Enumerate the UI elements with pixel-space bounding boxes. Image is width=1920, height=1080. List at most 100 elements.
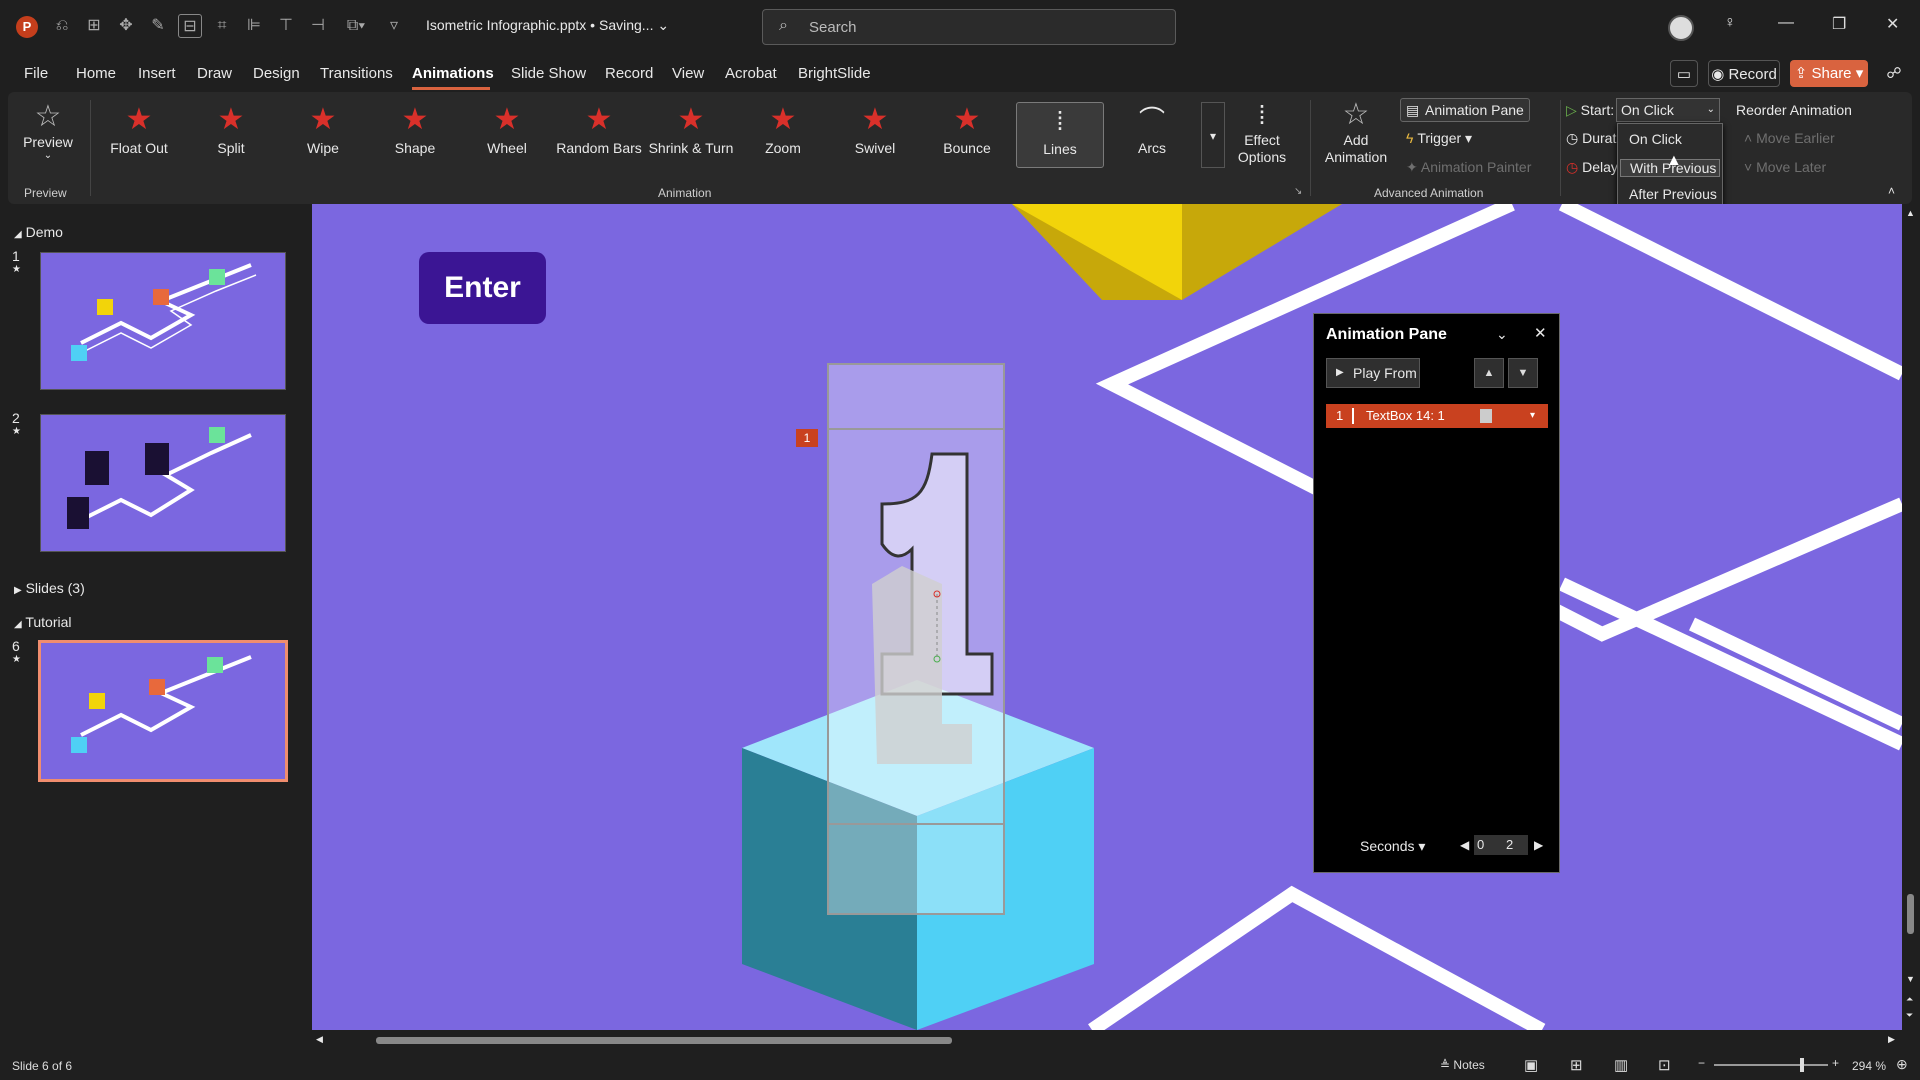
menu-brightslide[interactable]: BrightSlide bbox=[798, 65, 871, 82]
anim-zoom[interactable]: ★ Zoom bbox=[739, 102, 827, 168]
zoom-level[interactable]: 294 % bbox=[1852, 1059, 1886, 1073]
restore-icon[interactable]: ❐ bbox=[1832, 14, 1846, 34]
anim-wipe[interactable]: ★ Wipe bbox=[279, 102, 367, 168]
align-icon[interactable]: ⊟ bbox=[178, 14, 202, 38]
slideshow-icon[interactable]: ⊡ bbox=[1658, 1056, 1671, 1074]
move-later-button[interactable]: ˅ Move Later bbox=[1744, 159, 1826, 175]
customize-qat-icon[interactable]: ▿ bbox=[382, 14, 406, 38]
menu-slide-show[interactable]: Slide Show bbox=[511, 65, 586, 82]
start-select[interactable]: On Click ⌄ bbox=[1616, 98, 1720, 122]
menu-insert[interactable]: Insert bbox=[138, 65, 176, 82]
scroll-down-icon[interactable]: ▼ bbox=[1906, 974, 1915, 984]
section-tutorial[interactable]: ◢ Tutorial bbox=[14, 614, 72, 630]
share-button[interactable]: ⇪ Share ▾ bbox=[1790, 60, 1868, 87]
align-left-icon[interactable]: ⊫ bbox=[242, 14, 266, 38]
add-animation-button[interactable]: ☆ Add Animation bbox=[1316, 98, 1396, 182]
anim-shrink-turn[interactable]: ★ Shrink & Turn bbox=[647, 102, 735, 168]
slide-sorter-icon[interactable]: ⊞ bbox=[1570, 1056, 1583, 1074]
fit-to-window-icon[interactable]: ⊕ bbox=[1896, 1056, 1908, 1073]
redo-icon[interactable]: ⊞ bbox=[82, 14, 106, 38]
minimize-icon[interactable]: — bbox=[1778, 14, 1794, 32]
move-down-button[interactable]: ▼ bbox=[1508, 358, 1538, 388]
timeline-right-icon[interactable]: ▶ bbox=[1534, 838, 1543, 852]
document-title[interactable]: Isometric Infographic.pptx • Saving... ⌄ bbox=[426, 17, 669, 34]
scroll-left-icon[interactable]: ◀ bbox=[316, 1034, 323, 1045]
menu-acrobat[interactable]: Acrobat bbox=[725, 65, 777, 82]
avatar[interactable] bbox=[1668, 15, 1694, 41]
menu-home[interactable]: Home bbox=[76, 65, 116, 82]
menu-animations[interactable]: Animations bbox=[412, 65, 494, 82]
section-demo[interactable]: ◢ Demo bbox=[14, 224, 63, 240]
comments-icon[interactable]: ▭ bbox=[1670, 60, 1698, 87]
effect-options-button[interactable]: ⁞ Effect Options bbox=[1230, 98, 1294, 182]
seconds-dropdown[interactable]: Seconds ▾ bbox=[1360, 838, 1425, 855]
move-up-button[interactable]: ▲ bbox=[1474, 358, 1504, 388]
crop-icon[interactable]: ⌗ bbox=[210, 14, 234, 38]
horizontal-scrollbar[interactable]: ◀ ▶ bbox=[312, 1030, 1902, 1050]
menu-file[interactable]: File bbox=[24, 65, 48, 82]
anim-float-out[interactable]: ★ Float Out bbox=[95, 102, 183, 168]
scroll-up-icon[interactable]: ▲ bbox=[1906, 208, 1915, 218]
zoom-in-icon[interactable]: + bbox=[1832, 1056, 1839, 1070]
menu-record[interactable]: Record bbox=[605, 65, 653, 82]
slide-thumbnail-1[interactable] bbox=[40, 252, 286, 390]
record-button[interactable]: ◉ Record bbox=[1708, 60, 1780, 87]
scroll-thumb[interactable] bbox=[376, 1037, 952, 1044]
close-icon[interactable]: ✕ bbox=[1534, 324, 1547, 342]
section-slides[interactable]: ▶ Slides (3) bbox=[14, 580, 85, 596]
anim-bounce[interactable]: ★ Bounce bbox=[923, 102, 1011, 168]
move-earlier-button[interactable]: ˄ Move Earlier bbox=[1744, 130, 1835, 146]
undo-icon[interactable]: ⎌ bbox=[50, 14, 74, 38]
zoom-slider[interactable] bbox=[1714, 1064, 1828, 1066]
scroll-right-icon[interactable]: ▶ bbox=[1888, 1034, 1895, 1045]
vertical-scrollbar[interactable]: ▲ ▼ ⏶ ⏷ bbox=[1902, 204, 1920, 1030]
collapse-ribbon-icon[interactable]: ˄ bbox=[1888, 184, 1895, 198]
gallery-more-button[interactable]: ▾ bbox=[1201, 102, 1225, 168]
slide-canvas[interactable]: Enter 1 Animation Pane ⌄ ✕ ▶ Play From ▲ … bbox=[312, 204, 1902, 1030]
dialog-launcher-icon[interactable]: ↘ bbox=[1294, 186, 1302, 197]
timeline-left-icon[interactable]: ◀ bbox=[1460, 838, 1469, 852]
anim-split[interactable]: ★ Split bbox=[187, 102, 275, 168]
animation-list-item[interactable]: 1 TextBox 14: 1 ▾ bbox=[1326, 404, 1548, 428]
preview-button[interactable]: ☆ Preview ⌄ bbox=[16, 100, 80, 180]
animation-painter-button[interactable]: ✦ Animation Painter bbox=[1406, 159, 1531, 176]
zoom-slider-thumb[interactable] bbox=[1800, 1058, 1804, 1072]
play-from-button[interactable]: ▶ Play From bbox=[1326, 358, 1420, 388]
animation-marker-badge[interactable]: 1 bbox=[796, 429, 818, 447]
option-after-previous[interactable]: After Previous bbox=[1629, 186, 1717, 202]
pane-options-chevron-icon[interactable]: ⌄ bbox=[1496, 326, 1508, 343]
option-on-click[interactable]: On Click bbox=[1629, 131, 1682, 147]
menu-design[interactable]: Design bbox=[253, 65, 300, 82]
slide-thumbnail-6[interactable] bbox=[38, 640, 288, 782]
close-icon[interactable]: ✕ bbox=[1886, 14, 1899, 34]
enter-button[interactable]: Enter bbox=[419, 252, 546, 324]
chevron-down-icon[interactable]: ▾ bbox=[1530, 404, 1535, 428]
notes-button[interactable]: ≜ Notes bbox=[1440, 1058, 1485, 1072]
slide-thumbnail-2[interactable] bbox=[40, 414, 286, 552]
align-right-icon[interactable]: ⊣ bbox=[306, 14, 330, 38]
lightbulb-icon[interactable]: ♀ bbox=[1724, 14, 1736, 32]
group-icon[interactable]: ⧉▾ bbox=[338, 14, 374, 38]
animation-pane-button[interactable]: ▤ Animation Pane bbox=[1400, 98, 1530, 122]
menu-transitions[interactable]: Transitions bbox=[320, 65, 393, 82]
pen-icon[interactable]: ✎ bbox=[146, 14, 170, 38]
next-slide-icon[interactable]: ⏷ bbox=[1906, 1010, 1913, 1021]
anim-wheel[interactable]: ★ Wheel bbox=[463, 102, 551, 168]
anim-swivel[interactable]: ★ Swivel bbox=[831, 102, 919, 168]
anim-arcs[interactable]: ⌒ Arcs bbox=[1108, 102, 1196, 168]
menu-view[interactable]: View bbox=[672, 65, 704, 82]
text-direction-icon[interactable]: ⊤ bbox=[274, 14, 298, 38]
copilot-icon[interactable]: ☍ bbox=[1880, 60, 1908, 87]
trigger-button[interactable]: ϟ Trigger ▾ bbox=[1406, 130, 1472, 147]
scroll-thumb[interactable] bbox=[1907, 894, 1914, 934]
menu-draw[interactable]: Draw bbox=[197, 65, 232, 82]
search-input[interactable]: ⌕ Search bbox=[762, 9, 1176, 45]
anim-lines[interactable]: ⁞ Lines bbox=[1016, 102, 1104, 168]
zoom-out-icon[interactable]: − bbox=[1698, 1056, 1705, 1070]
normal-view-icon[interactable]: ▣ bbox=[1524, 1056, 1538, 1074]
anim-random-bars[interactable]: ★ Random Bars bbox=[555, 102, 643, 168]
transform-icon[interactable]: ✥ bbox=[114, 14, 138, 38]
anim-shape[interactable]: ★ Shape bbox=[371, 102, 459, 168]
previous-slide-icon[interactable]: ⏶ bbox=[1906, 994, 1913, 1005]
reading-view-icon[interactable]: ▥ bbox=[1614, 1056, 1628, 1074]
